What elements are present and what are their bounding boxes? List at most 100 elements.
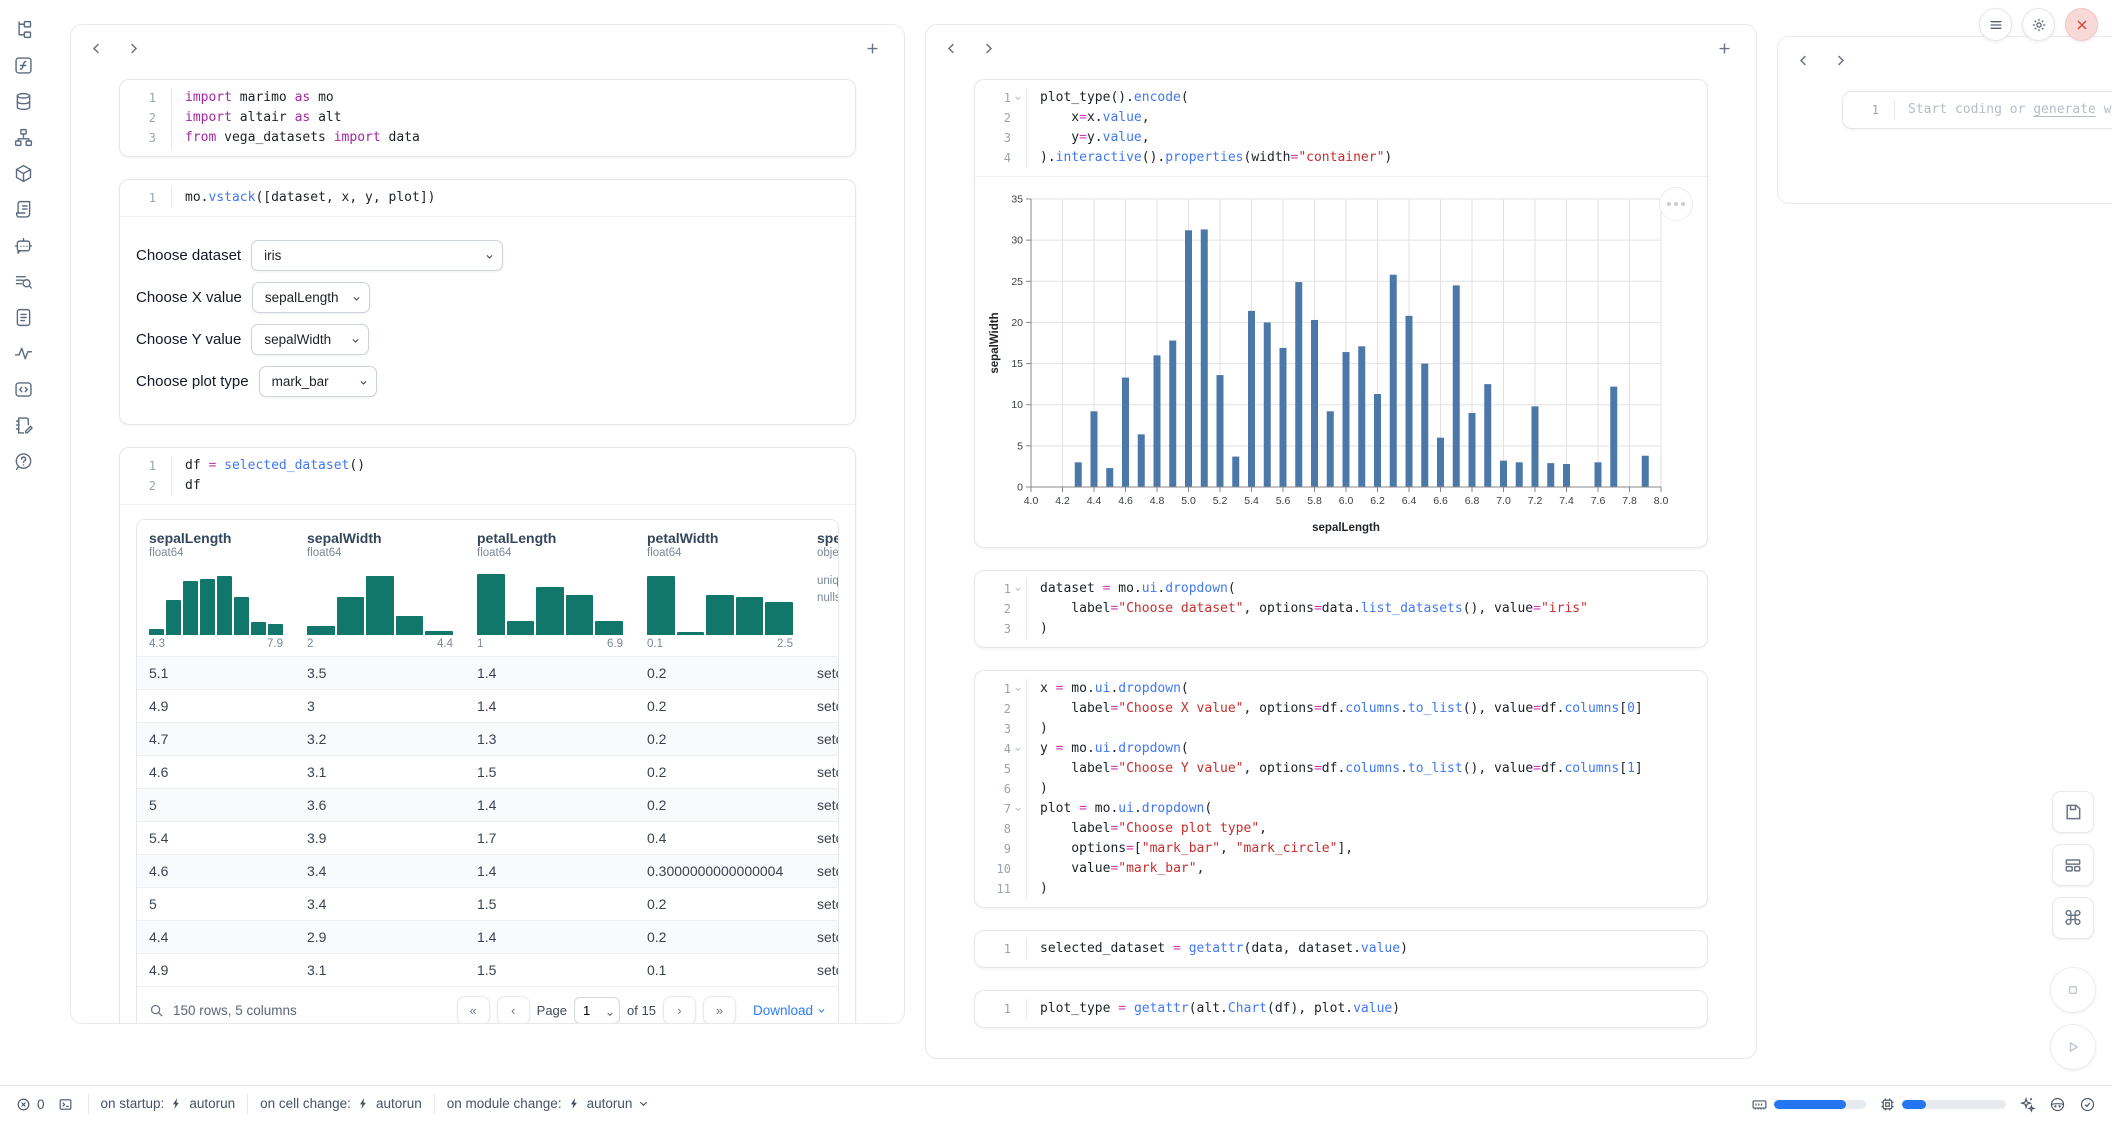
assistant-button[interactable]: [2049, 1096, 2066, 1113]
add-cell-button[interactable]: [1713, 37, 1736, 60]
notebook-menu-button[interactable]: [1979, 8, 2012, 41]
table-row: 4.931.40.2setosa: [137, 689, 838, 722]
code-editor[interactable]: 1plot_type().encode(2 x=x.value,3 y=y.va…: [975, 80, 1707, 176]
last-page-button[interactable]: »: [703, 996, 736, 1024]
table-cell: 1.5: [465, 756, 635, 788]
generate-with-ai-link[interactable]: generate: [2033, 102, 2096, 117]
close-icon: [2074, 17, 2090, 33]
table-cell: 0.2: [635, 756, 805, 788]
notebook-column-3: 1 Start coding or generate with AI: [1777, 36, 2112, 204]
sidebar-activity-button[interactable]: [8, 340, 38, 367]
table-cell: 2.9: [295, 921, 465, 953]
code-editor[interactable]: 1x = mo.ui.dropdown(2 label="Choose X va…: [975, 671, 1707, 907]
code-editor[interactable]: 1dataset = mo.ui.dropdown(2 label="Choos…: [975, 571, 1707, 647]
column-header-sepalLength[interactable]: sepalLengthfloat644.37.9: [137, 520, 295, 656]
column1-prev-button[interactable]: [85, 37, 108, 60]
sidebar-scroll-button[interactable]: [8, 196, 38, 223]
altair-bar-chart[interactable]: 4.04.24.44.64.85.05.25.45.65.86.06.26.46…: [985, 187, 1703, 539]
choose-y-value-select[interactable]: sepalWidth: [251, 324, 369, 355]
line-number: 8: [975, 819, 1011, 839]
stop-button[interactable]: [2050, 967, 2096, 1013]
table-cell: setosa: [805, 888, 838, 920]
dropdown-label: Choose Y value: [136, 331, 241, 348]
column2-next-button[interactable]: [977, 37, 1000, 60]
stop-icon: [2063, 980, 2083, 1000]
table-row: 4.63.41.40.3000000000000004setosa: [137, 854, 838, 887]
errors-indicator[interactable]: 0: [16, 1097, 45, 1112]
add-cell-button[interactable]: [861, 37, 884, 60]
choose-plot-type-select[interactable]: mark_bar: [259, 366, 377, 397]
table-cell: 1.7: [465, 822, 635, 854]
search-icon[interactable]: [149, 1003, 164, 1018]
terminal-button[interactable]: [58, 1097, 73, 1112]
settings-button[interactable]: [2022, 8, 2055, 41]
sidebar-package-button[interactable]: [8, 160, 38, 187]
table-cell: 1.4: [465, 657, 635, 689]
code-editor[interactable]: 1df = selected_dataset()2df: [120, 448, 855, 504]
column-header-sepalWidth[interactable]: sepalWidthfloat6424.4: [295, 520, 465, 656]
column3-next-button[interactable]: [1829, 49, 1852, 72]
fold-chevron-icon[interactable]: [1011, 799, 1024, 819]
runtime-config-1[interactable]: on startup:autorun: [101, 1096, 236, 1111]
code-line: 9 options=["mark_bar", "mark_circle"],: [975, 839, 1707, 859]
sidebar-chatbot-button[interactable]: [8, 232, 38, 259]
svg-text:5: 5: [1017, 440, 1023, 452]
notebook-canvas: 1import marimo as mo2import altair as al…: [46, 0, 2112, 1085]
function-icon: [13, 55, 34, 76]
copilot-icon: [2049, 1096, 2066, 1113]
fold-chevron-icon[interactable]: [1011, 739, 1024, 759]
table-row: 4.63.11.50.2setosa: [137, 755, 838, 788]
column2-prev-button[interactable]: [940, 37, 963, 60]
sidebar-scratchpad-button[interactable]: [8, 412, 38, 439]
fold-spacer: [1011, 619, 1024, 639]
code-editor[interactable]: 1selected_dataset = getattr(data, datase…: [975, 931, 1707, 967]
runtime-config-3[interactable]: on module change:autorun: [447, 1096, 650, 1111]
runtime-config-2[interactable]: on cell change:autorun: [260, 1096, 422, 1111]
table-cell: 3: [295, 690, 465, 722]
prev-page-button[interactable]: ‹: [497, 996, 530, 1024]
fold-chevron-icon[interactable]: [1011, 88, 1024, 108]
fold-spacer: [1011, 879, 1024, 899]
dropdown-label: Choose X value: [136, 289, 242, 306]
layout-button[interactable]: [2052, 844, 2094, 886]
sidebar-help-button[interactable]: [8, 448, 38, 475]
first-page-button[interactable]: «: [457, 996, 490, 1024]
sidebar-file-tree-button[interactable]: [8, 16, 38, 43]
svg-text:20: 20: [1011, 317, 1023, 329]
code-editor[interactable]: 1mo.vstack([dataset, x, y, plot]): [120, 180, 855, 216]
choose-x-value-select[interactable]: sepalLength: [252, 282, 370, 313]
download-button[interactable]: Download: [753, 1003, 826, 1018]
ai-features-button[interactable]: [2019, 1096, 2036, 1113]
code-editor[interactable]: 1plot_type = getattr(alt.Chart(df), plot…: [975, 991, 1707, 1027]
column-header-petalWidth[interactable]: petalWidthfloat640.12.5: [635, 520, 805, 656]
next-page-button[interactable]: ›: [663, 996, 696, 1024]
code-placeholder: Start coding or generate with AI: [1894, 100, 2112, 120]
bar-chart-svg[interactable]: 4.04.24.44.64.85.05.25.45.65.86.06.26.46…: [985, 187, 1675, 539]
connection-status-button[interactable]: [2079, 1096, 2096, 1113]
code-editor[interactable]: 1 Start coding or generate with AI: [1843, 92, 2112, 128]
sidebar-logs-search-button[interactable]: [8, 268, 38, 295]
sidebar-function-button[interactable]: [8, 52, 38, 79]
choose-dataset-select[interactable]: iris: [251, 240, 503, 271]
run-button[interactable]: [2050, 1024, 2096, 1070]
column-header-species[interactable]: speciesobjectunique:nulls:: [805, 520, 838, 656]
save-button[interactable]: [2052, 791, 2094, 833]
line-number: 3: [120, 128, 156, 148]
database-icon: [13, 91, 34, 112]
fold-chevron-icon[interactable]: [1011, 579, 1024, 599]
sidebar-document-button[interactable]: [8, 304, 38, 331]
column-header-petalLength[interactable]: petalLengthfloat6416.9: [465, 520, 635, 656]
column1-next-button[interactable]: [122, 37, 145, 60]
line-number: 2: [975, 699, 1011, 719]
sidebar-snippets-button[interactable]: [8, 376, 38, 403]
sidebar-dependency-graph-button[interactable]: [8, 124, 38, 151]
shutdown-button[interactable]: [2065, 8, 2098, 41]
chart-options-button[interactable]: [1659, 187, 1693, 221]
page-select[interactable]: 1: [574, 997, 620, 1024]
sidebar-database-button[interactable]: [8, 88, 38, 115]
code-editor[interactable]: 1import marimo as mo2import altair as al…: [120, 80, 855, 156]
keyboard-shortcuts-button[interactable]: ⌘: [2052, 897, 2094, 939]
fold-chevron-icon[interactable]: [1011, 679, 1024, 699]
column3-prev-button[interactable]: [1792, 49, 1815, 72]
table-cell: 3.1: [295, 954, 465, 986]
